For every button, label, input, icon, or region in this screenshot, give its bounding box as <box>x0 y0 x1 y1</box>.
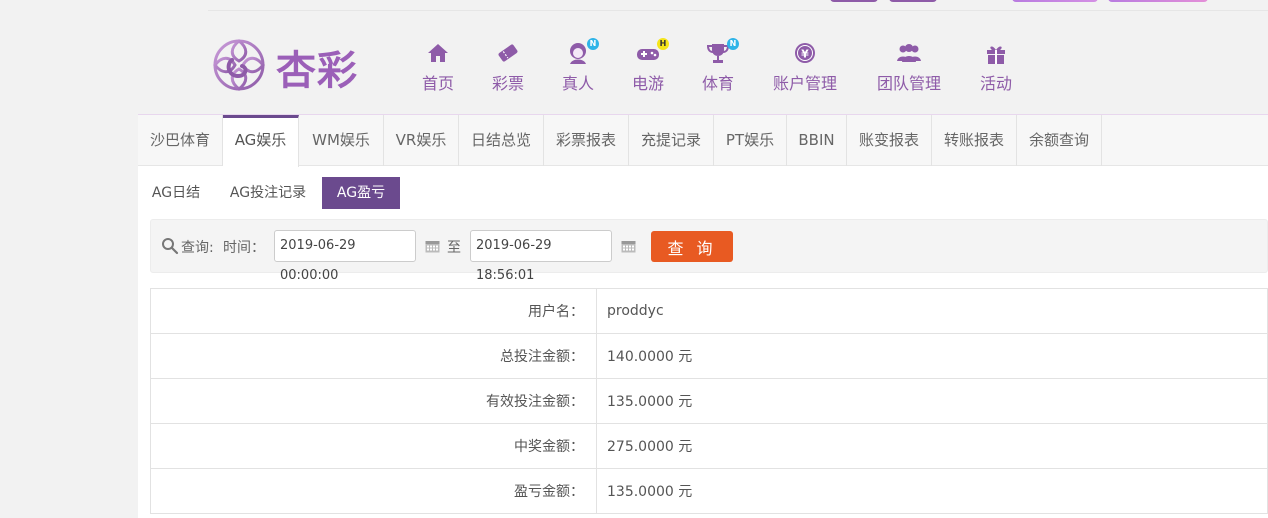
nav-live[interactable]: N 真人 <box>560 38 599 94</box>
gamepad-icon: H <box>635 38 669 66</box>
subtab-ag-daily[interactable]: AG日结 <box>144 177 208 209</box>
profit-loss-label: 盈亏金额： <box>150 468 597 514</box>
result-table: 用户名： proddyc 总投注金额： 140.0000 元 有效投注金额： 1… <box>150 288 1268 514</box>
hot-badge: H <box>657 38 669 50</box>
tab-pt[interactable]: PT娱乐 <box>714 115 787 166</box>
yen-coin-icon: ¥ <box>792 40 818 66</box>
subtab-ag-profit-loss[interactable]: AG盈亏 <box>322 177 400 209</box>
calendar-icon[interactable] <box>621 239 636 253</box>
tab-deposit-withdraw[interactable]: 充提记录 <box>629 115 714 166</box>
table-row: 用户名： proddyc <box>150 288 1268 334</box>
report-tabs: 沙巴体育 AG娱乐 WM娱乐 VR娱乐 日结总览 彩票报表 充提记录 PT娱乐 … <box>138 115 1268 167</box>
end-time-input[interactable]: 2019-06-29 18:56:01 <box>470 230 612 283</box>
query-label: 查询: <box>181 240 214 256</box>
tab-ag[interactable]: AG娱乐 <box>223 115 299 167</box>
tab-lottery-report[interactable]: 彩票报表 <box>544 115 629 166</box>
top-button-1[interactable] <box>830 0 878 2</box>
svg-text:¥: ¥ <box>801 48 809 61</box>
nav-label: 体育 <box>701 74 734 93</box>
nav-label: 真人 <box>561 74 594 93</box>
payout-value: 275.0000 元 <box>596 423 1268 469</box>
header-divider <box>208 10 1268 11</box>
lottery-ticket-icon <box>495 40 521 66</box>
top-button-3[interactable] <box>1012 0 1098 2</box>
nav-egames[interactable]: H 电游 <box>630 38 669 94</box>
nav-label: 活动 <box>979 74 1012 93</box>
table-row: 盈亏金额： 135.0000 元 <box>150 468 1268 514</box>
trophy-icon: N <box>705 38 739 66</box>
subtab-ag-bets[interactable]: AG投注记录 <box>222 177 314 209</box>
start-time-input[interactable]: 2019-06-29 00:00:00 <box>274 230 416 283</box>
search-icon <box>162 238 179 255</box>
to-label: 至 <box>447 240 461 256</box>
payout-label: 中奖金额： <box>150 423 597 469</box>
total-bet-value: 140.0000 元 <box>596 333 1268 379</box>
nav-home[interactable]: 首页 <box>420 40 456 94</box>
tab-daily-overview[interactable]: 日结总览 <box>459 115 544 166</box>
query-button[interactable]: 查 询 <box>651 231 733 262</box>
site-logo[interactable]: 杏彩 <box>208 34 363 96</box>
time-label: 时间： <box>223 240 265 256</box>
nav-events[interactable]: 活动 <box>978 40 1014 94</box>
tab-shaba-sports[interactable]: 沙巴体育 <box>138 115 223 166</box>
nav-lottery[interactable]: 彩票 <box>490 40 526 94</box>
flower-logo-icon <box>213 39 265 91</box>
nav-team[interactable]: 团队管理 <box>875 40 943 94</box>
profit-loss-value: 135.0000 元 <box>596 468 1268 514</box>
nav-label: 账户管理 <box>772 74 837 93</box>
top-button-4[interactable] <box>1108 0 1208 2</box>
team-icon <box>896 40 922 66</box>
tab-balance-query[interactable]: 余额查询 <box>1017 115 1102 166</box>
report-panel: 沙巴体育 AG娱乐 WM娱乐 VR娱乐 日结总览 彩票报表 充提记录 PT娱乐 … <box>138 114 1268 518</box>
nav-label: 电游 <box>631 74 664 93</box>
query-bar: 查询: 时间： 2019-06-29 00:00:00 至 2019-06-29… <box>150 219 1268 283</box>
tab-wm[interactable]: WM娱乐 <box>299 115 384 166</box>
live-dealer-icon: N <box>565 38 599 66</box>
valid-bet-value: 135.0000 元 <box>596 378 1268 424</box>
table-row: 有效投注金额： 135.0000 元 <box>150 378 1268 424</box>
tab-balance-change[interactable]: 账变报表 <box>847 115 932 166</box>
tab-bbin[interactable]: BBIN <box>787 115 847 166</box>
nav-label: 首页 <box>421 74 454 93</box>
gift-icon <box>983 40 1009 66</box>
nav-account[interactable]: ¥ 账户管理 <box>771 40 839 94</box>
tab-transfer-report[interactable]: 转账报表 <box>932 115 1017 166</box>
new-badge: N <box>587 38 599 50</box>
username-value: proddyc <box>596 288 1268 334</box>
logo-text: 杏彩 <box>276 48 358 94</box>
calendar-icon[interactable] <box>425 239 440 253</box>
username-label: 用户名： <box>150 288 597 334</box>
nav-label: 团队管理 <box>876 74 941 93</box>
table-row: 总投注金额： 140.0000 元 <box>150 333 1268 379</box>
home-icon <box>425 40 451 66</box>
valid-bet-label: 有效投注金额： <box>150 378 597 424</box>
nav-sports[interactable]: N 体育 <box>700 38 739 94</box>
table-row: 中奖金额： 275.0000 元 <box>150 423 1268 469</box>
total-bet-label: 总投注金额： <box>150 333 597 379</box>
new-badge: N <box>727 38 739 50</box>
top-button-2[interactable] <box>889 0 937 2</box>
nav-label: 彩票 <box>491 74 524 93</box>
tab-vr[interactable]: VR娱乐 <box>384 115 459 166</box>
